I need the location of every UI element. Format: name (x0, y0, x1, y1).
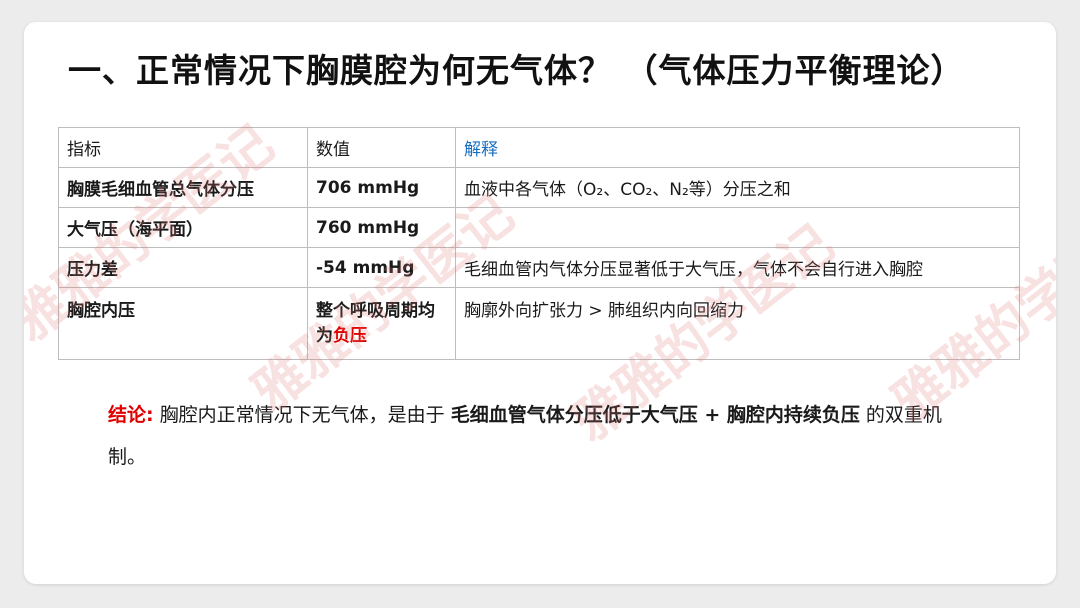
row-explanation: 血液中各气体（O₂、CO₂、N₂等）分压之和 (455, 167, 1020, 208)
conclusion-emphasis: 毛细血管气体分压低于大气压 + 胸腔内持续负压 (450, 404, 860, 426)
table-header-row: 指标 数值 解释 (58, 127, 1020, 168)
row-indicator: 胸膜毛细血管总气体分压 (58, 167, 308, 208)
row-explanation: 毛细血管内气体分压显著低于大气压，气体不会自行进入胸腔 (455, 247, 1020, 288)
conclusion-paragraph: 结论: 胸腔内正常情况下无气体，是由于 毛细血管气体分压低于大气压 + 胸腔内持… (108, 394, 978, 478)
row-explanation (455, 207, 1020, 248)
table-row: 胸膜毛细血管总气体分压 706 mmHg 血液中各气体（O₂、CO₂、N₂等）分… (58, 167, 1020, 208)
row-value: 760 mmHg (307, 207, 456, 248)
conclusion-label: 结论 (108, 404, 147, 426)
table-row: 大气压（海平面） 760 mmHg (58, 207, 1020, 248)
header-value: 数值 (307, 127, 456, 168)
row-value: 整个呼吸周期均为负压 (307, 287, 456, 360)
row-indicator: 胸腔内压 (58, 287, 308, 360)
slide-title: 一、正常情况下胸膜腔为何无气体？ （气体压力平衡理论） (68, 51, 965, 90)
table-row: 胸腔内压 整个呼吸周期均为负压 胸廓外向扩张力 > 肺组织内向回缩力 (58, 287, 1020, 360)
row-indicator: 压力差 (58, 247, 308, 288)
table-row: 压力差 -54 mmHg 毛细血管内气体分压显著低于大气压，气体不会自行进入胸腔 (58, 247, 1020, 288)
conclusion-text: 胸腔内正常情况下无气体，是由于 (159, 404, 451, 426)
row-value: -54 mmHg (307, 247, 456, 288)
row-indicator: 大气压（海平面） (58, 207, 308, 248)
header-indicator: 指标 (58, 127, 308, 168)
row-value: 706 mmHg (307, 167, 456, 208)
header-explanation: 解释 (455, 127, 1020, 168)
negative-pressure-highlight: 负压 (333, 326, 367, 346)
row-explanation: 胸廓外向扩张力 > 肺组织内向回缩力 (455, 287, 1020, 360)
slide-card: 一、正常情况下胸膜腔为何无气体？ （气体压力平衡理论） 指标 数值 解释 胸膜毛… (24, 22, 1056, 584)
pressure-table: 指标 数值 解释 胸膜毛细血管总气体分压 706 mmHg 血液中各气体（O₂、… (58, 127, 1020, 360)
conclusion-colon: : (146, 404, 154, 426)
